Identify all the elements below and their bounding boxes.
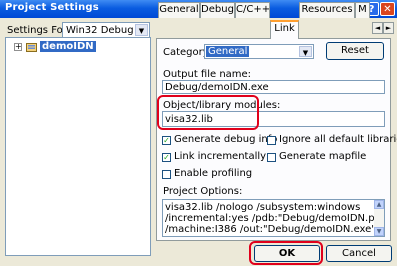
output-file-field[interactable]: Debug/demoIDN.exe (162, 80, 385, 94)
tab-scroll-left-icon[interactable]: ◄ (372, 22, 383, 34)
project-settings-window: Project Settings ? ✕ Settings For: Win32… (0, 0, 397, 266)
tab-more[interactable]: M (355, 2, 370, 18)
scroll-down-icon[interactable]: ▼ (374, 227, 384, 236)
tab-link[interactable]: Link (270, 20, 299, 39)
tree-item-project[interactable]: demoIDN (40, 41, 96, 52)
project-options-line: /machine:I386 /out:"Debug/demoIDN.exe" (165, 224, 376, 235)
tab-c-cpp[interactable]: C/C++ (235, 2, 270, 18)
tree-expander-icon[interactable]: + (14, 43, 22, 51)
generate-debug-info-checkbox[interactable]: ✓ (162, 136, 171, 145)
project-options-line: /incremental:yes /pdb:"Debug/demoIDN.pdb… (165, 213, 385, 224)
project-folder-icon (26, 43, 37, 52)
tab-resources[interactable]: Resources (299, 2, 355, 18)
category-value: General (206, 46, 250, 57)
enable-profiling-checkbox[interactable] (162, 170, 171, 179)
ignore-default-libraries-checkbox[interactable] (267, 136, 276, 145)
tab-debug[interactable]: Debug (200, 2, 235, 18)
ok-highlight-box (249, 241, 323, 265)
window-title: Project Settings (5, 2, 99, 13)
category-dropdown[interactable]: General ▼ (204, 44, 314, 59)
link-tab-panel: Category: General ▼ Reset Output file na… (156, 38, 397, 241)
settings-for-value: Win32 Debug (66, 25, 134, 36)
generate-mapfile-label: Generate mapfile (279, 151, 367, 162)
options-scrollbar[interactable]: ▲ ▼ (374, 200, 384, 236)
tab-general[interactable]: General (158, 2, 200, 18)
chevron-down-icon[interactable]: ▼ (299, 46, 312, 57)
cancel-button[interactable]: Cancel (326, 245, 392, 262)
generate-mapfile-checkbox[interactable] (267, 153, 276, 162)
chevron-down-icon[interactable]: ▼ (135, 24, 148, 36)
link-incrementally-label: Link incrementally (174, 151, 267, 162)
generate-debug-info-label: Generate debug info (174, 134, 278, 145)
project-options-label: Project Options: (163, 186, 243, 197)
project-options-line: visa32.lib /nologo /subsystem:windows (165, 202, 361, 213)
output-file-label: Output file name: (163, 69, 252, 80)
link-incrementally-checkbox[interactable]: ✓ (162, 153, 171, 162)
settings-for-dropdown[interactable]: Win32 Debug ▼ (62, 22, 150, 38)
settings-for-label: Settings For: (7, 25, 71, 36)
enable-profiling-label: Enable profiling (174, 168, 253, 179)
project-tree[interactable]: + demoIDN (5, 37, 151, 256)
modules-highlight-box (157, 95, 259, 130)
tab-scroll-right-icon[interactable]: ► (383, 22, 394, 34)
close-button[interactable]: ✕ (380, 2, 395, 16)
project-options-textarea[interactable]: visa32.lib /nologo /subsystem:windows /i… (162, 199, 385, 237)
ignore-default-libraries-label: Ignore all default libraries (279, 134, 397, 145)
reset-button[interactable]: Reset (326, 42, 384, 60)
scroll-up-icon[interactable]: ▲ (374, 200, 384, 209)
